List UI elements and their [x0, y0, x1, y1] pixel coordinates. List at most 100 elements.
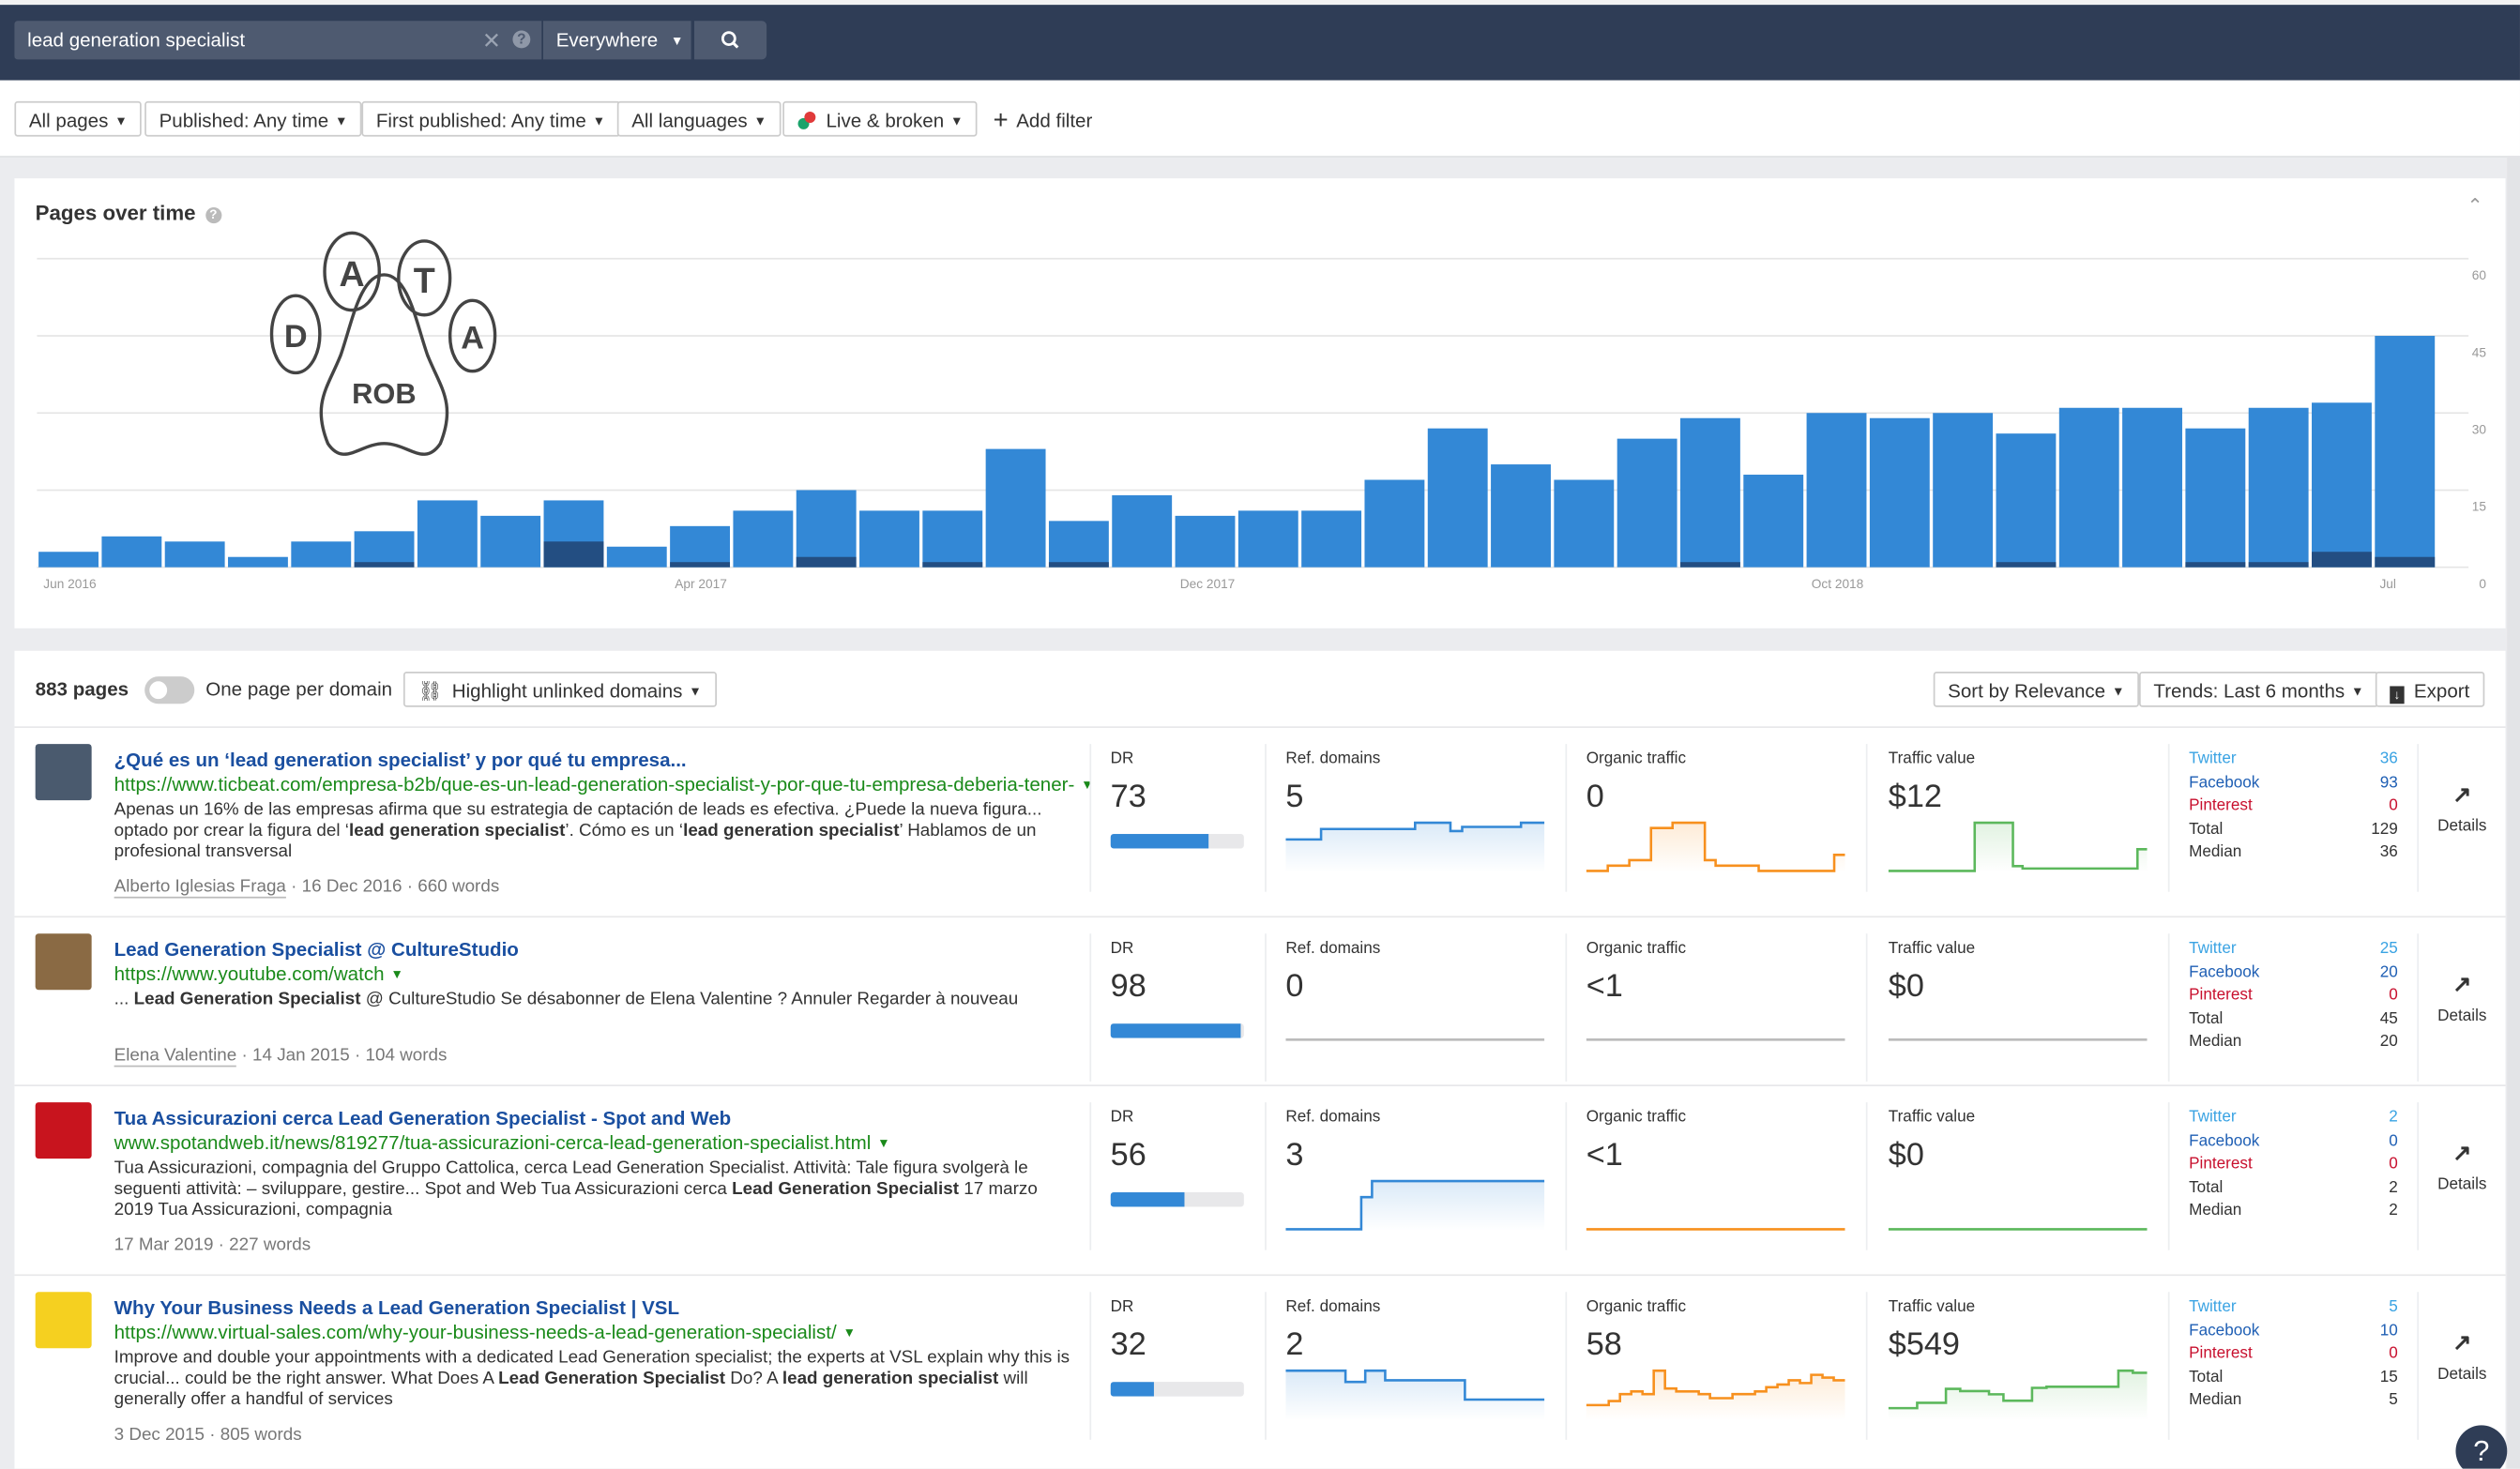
bar-oct-2018[interactable] [1806, 413, 1867, 568]
result-url-text[interactable]: https://www.youtube.com/watch [114, 962, 385, 985]
bar-may-2017[interactable] [733, 510, 794, 568]
result-url[interactable]: https://www.virtual-sales.com/why-your-b… [114, 1321, 856, 1343]
bar-segment-dark[interactable] [1679, 562, 1740, 568]
page-thumbnail[interactable] [35, 933, 92, 991]
details-button[interactable]: Details [2430, 818, 2495, 836]
question-icon[interactable]: ? [512, 30, 531, 49]
trend-icon[interactable]: ↗ [2430, 1140, 2495, 1167]
page-thumbnail[interactable] [35, 1102, 92, 1159]
bar-nov-2017[interactable] [1112, 494, 1173, 568]
filter-live-broken[interactable]: Live & broken ▼ [782, 100, 979, 137]
bar-feb-2019[interactable] [2058, 407, 2119, 568]
bar-jul-2017[interactable] [859, 510, 919, 568]
bar-feb-2018[interactable] [1301, 510, 1362, 568]
result-url[interactable]: www.spotandweb.it/news/819277/tua-assicu… [114, 1131, 890, 1154]
result-url[interactable]: https://www.youtube.com/watch ▼ [114, 962, 403, 985]
bar-dec-2016[interactable] [417, 500, 478, 568]
bar-segment-dark[interactable] [2248, 562, 2309, 568]
details-button[interactable]: Details [2430, 1366, 2495, 1384]
bar-nov-2018[interactable] [1869, 417, 1930, 568]
bar-nov-2016[interactable] [354, 531, 415, 568]
bar-apr-2018[interactable] [1427, 428, 1488, 568]
bar-may-2019[interactable] [2248, 407, 2309, 568]
bar-mar-2019[interactable] [2122, 407, 2182, 568]
bar-sep-2018[interactable] [1743, 475, 1804, 568]
highlight-unlinked-button[interactable]: ⛓ Highlight unlinked domains ▼ [402, 672, 717, 707]
details-button[interactable]: Details [2430, 1176, 2495, 1194]
result-title-link[interactable]: Why Your Business Needs a Lead Generatio… [114, 1296, 679, 1319]
filter-first-published[interactable]: First published: Any time ▼ [361, 100, 620, 137]
bar-segment-dark[interactable] [2312, 552, 2372, 568]
help-button[interactable]: ? [2455, 1425, 2508, 1469]
bar-segment-dark[interactable] [1996, 562, 2057, 568]
caret-down-icon[interactable]: ▼ [877, 1136, 890, 1150]
bar-jul-2016[interactable] [101, 536, 162, 568]
bar-aug-2016[interactable] [164, 541, 225, 568]
trends-dropdown[interactable]: Trends: Last 6 months ▼ [2139, 672, 2379, 707]
bar-jun-2017[interactable] [796, 490, 857, 568]
export-button[interactable]: ↓ Export [2375, 672, 2484, 707]
bar-sep-2017[interactable] [985, 448, 1046, 568]
author-link[interactable]: Alberto Iglesias Fraga [114, 877, 286, 899]
bar-mar-2017[interactable] [606, 546, 667, 568]
bar-dec-2018[interactable] [1933, 413, 1994, 568]
bar-jan-2017[interactable] [480, 515, 541, 568]
bar-segment-dark[interactable] [796, 556, 857, 568]
facebook-label[interactable]: Facebook [2189, 774, 2259, 792]
caret-down-icon[interactable]: ▼ [1081, 778, 1094, 792]
bar-jun-2016[interactable] [38, 552, 99, 568]
bar-aug-2017[interactable] [922, 510, 983, 568]
trend-icon[interactable]: ↗ [2430, 1329, 2495, 1356]
bar-jul-2019[interactable] [2375, 336, 2436, 568]
filter-all-pages[interactable]: All pages ▼ [14, 100, 143, 137]
twitter-label[interactable]: Twitter [2189, 750, 2236, 768]
search-button[interactable] [694, 21, 767, 60]
bar-jun-2019[interactable] [2312, 402, 2372, 568]
bar-aug-2018[interactable] [1679, 417, 1740, 568]
pinterest-label[interactable]: Pinterest [2189, 987, 2253, 1005]
twitter-label[interactable]: Twitter [2189, 1109, 2236, 1127]
bar-sep-2016[interactable] [228, 556, 288, 568]
bar-apr-2019[interactable] [2185, 428, 2246, 568]
result-title-link[interactable]: ¿Qué es un ‘lead generation specialist’ … [114, 749, 687, 771]
close-icon[interactable]: ✕ [482, 27, 501, 54]
trend-icon[interactable]: ↗ [2430, 781, 2495, 809]
bar-segment-dark[interactable] [543, 541, 604, 568]
bar-dec-2017[interactable] [1175, 515, 1236, 568]
search-input[interactable] [27, 21, 462, 60]
details-button[interactable]: Details [2430, 1007, 2495, 1025]
bar-segment-dark[interactable] [922, 562, 983, 568]
caret-down-icon[interactable]: ▼ [390, 967, 403, 981]
trend-icon[interactable]: ↗ [2430, 971, 2495, 998]
bar-may-2018[interactable] [1491, 464, 1551, 568]
bar-apr-2017[interactable] [670, 525, 731, 568]
facebook-label[interactable]: Facebook [2189, 1322, 2259, 1340]
bar-jun-2018[interactable] [1554, 479, 1615, 568]
bar-segment-dark[interactable] [670, 562, 731, 568]
page-thumbnail[interactable] [35, 744, 92, 801]
result-title-link[interactable]: Lead Generation Specialist @ CultureStud… [114, 938, 519, 961]
scope-dropdown[interactable]: Everywhere ▼ [542, 21, 691, 60]
facebook-label[interactable]: Facebook [2189, 963, 2259, 981]
bar-segment-dark[interactable] [2375, 556, 2436, 568]
filter-languages[interactable]: All languages ▼ [616, 100, 782, 137]
bar-oct-2016[interactable] [291, 541, 352, 568]
scrollbar[interactable] [2507, 156, 2520, 1469]
facebook-label[interactable]: Facebook [2189, 1132, 2259, 1150]
author-link[interactable]: Elena Valentine [114, 1046, 237, 1068]
result-url-text[interactable]: www.spotandweb.it/news/819277/tua-assicu… [114, 1131, 872, 1154]
one-page-per-domain-toggle[interactable] [144, 676, 195, 704]
bar-mar-2018[interactable] [1364, 479, 1425, 568]
bar-oct-2017[interactable] [1048, 521, 1109, 568]
pinterest-label[interactable]: Pinterest [2189, 1156, 2253, 1174]
bar-segment-dark[interactable] [2185, 562, 2246, 568]
pinterest-label[interactable]: Pinterest [2189, 797, 2253, 815]
caret-down-icon[interactable]: ▼ [843, 1325, 857, 1340]
twitter-label[interactable]: Twitter [2189, 1298, 2236, 1316]
bar-segment-dark[interactable] [354, 562, 415, 568]
filter-published[interactable]: Published: Any time ▼ [144, 100, 362, 137]
page-thumbnail[interactable] [35, 1292, 92, 1349]
pinterest-label[interactable]: Pinterest [2189, 1345, 2253, 1363]
result-url-text[interactable]: https://www.ticbeat.com/empresa-b2b/que-… [114, 773, 1075, 795]
bar-jan-2018[interactable] [1237, 510, 1298, 568]
